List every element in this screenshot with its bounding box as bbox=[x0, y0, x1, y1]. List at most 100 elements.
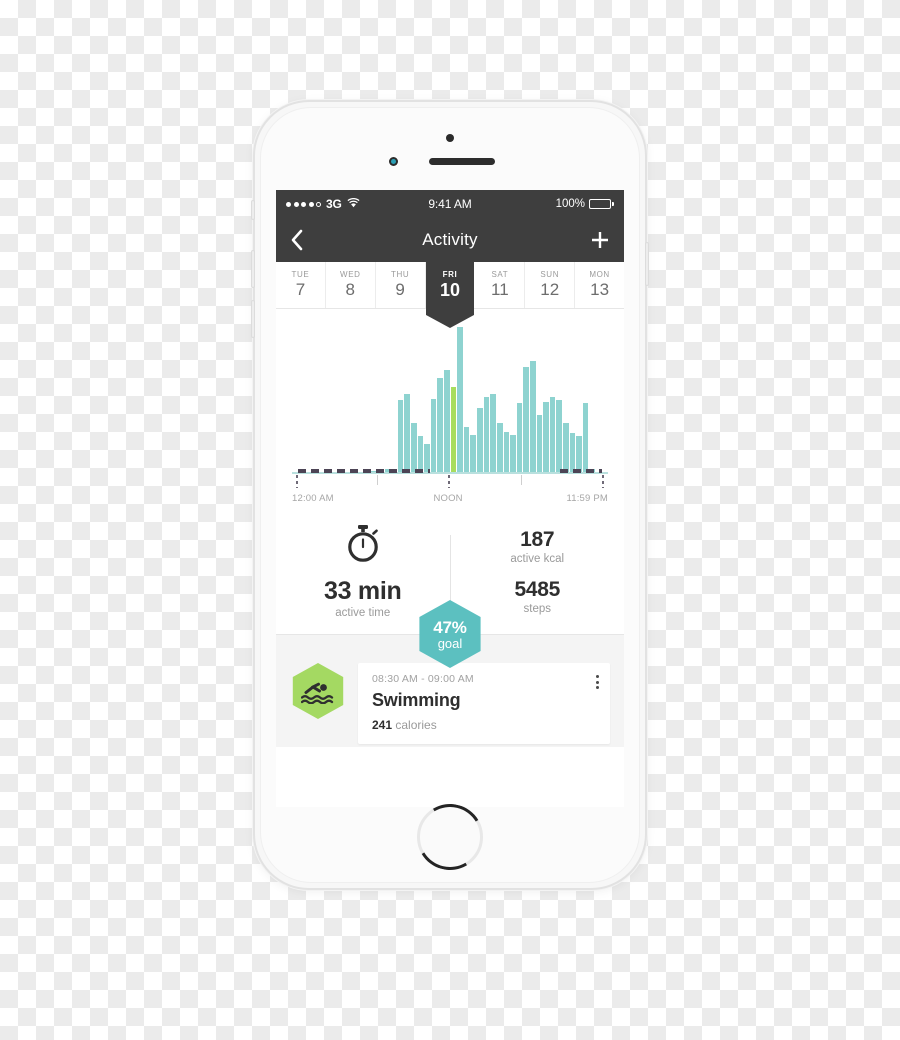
chart-bar bbox=[457, 327, 463, 472]
chart-bar bbox=[410, 422, 417, 472]
chart-bar bbox=[424, 443, 430, 472]
activity-chart: 12:00 AM NOON 11:59 PM bbox=[276, 309, 624, 514]
chart-bar bbox=[483, 397, 490, 472]
date-day-number: 8 bbox=[345, 280, 356, 299]
chart-bar bbox=[437, 377, 444, 472]
date-day-number: 12 bbox=[540, 280, 560, 299]
date-day-of-week: SUN bbox=[540, 270, 560, 279]
date-day-number: 11 bbox=[491, 280, 509, 299]
date-selector[interactable]: TUE 7 WED 8 THU 9 FRI 10 SAT 11 SUN 12 MON 13 bbox=[276, 262, 624, 328]
chart-bar bbox=[529, 361, 536, 472]
chart-bar bbox=[543, 401, 549, 472]
chart-bar bbox=[569, 433, 576, 472]
battery-icon bbox=[589, 199, 611, 209]
axis-tick-midnight-end bbox=[602, 475, 604, 488]
axis-label-end: 11:59 PM bbox=[566, 493, 608, 504]
inactive-period-dash-right bbox=[560, 469, 602, 473]
home-button[interactable] bbox=[409, 796, 491, 878]
status-bar: 3G 9:41 AM 100% bbox=[276, 190, 624, 218]
activity-time-range: 08:30 AM - 09:00 AM bbox=[372, 673, 474, 685]
date-cell-tue[interactable]: TUE 7 bbox=[276, 262, 326, 308]
chart-bar bbox=[536, 415, 543, 472]
power-button[interactable] bbox=[645, 242, 649, 286]
goal-section-divider: 47% goal bbox=[276, 600, 624, 668]
chart-bar bbox=[523, 367, 529, 472]
date-cell-sat[interactable]: SAT 11 bbox=[475, 262, 526, 308]
chart-bar bbox=[576, 436, 582, 472]
activity-calories: 241 calories bbox=[372, 718, 598, 732]
mute-switch[interactable] bbox=[251, 200, 255, 220]
phone-screen: 3G 9:41 AM 100% Activity TUE 7 WED 8 THU… bbox=[276, 190, 624, 807]
navigation-bar: Activity bbox=[276, 218, 624, 262]
chevron-left-icon[interactable] bbox=[290, 229, 303, 251]
date-day-of-week: SAT bbox=[491, 270, 509, 279]
axis-tick-noon bbox=[448, 475, 450, 488]
activity-title: Swimming bbox=[372, 690, 461, 710]
phone-device-frame: 3G 9:41 AM 100% Activity TUE 7 WED 8 THU… bbox=[251, 100, 649, 890]
page-title: Activity bbox=[422, 230, 478, 249]
goal-percent: 47% bbox=[433, 617, 467, 637]
date-day-of-week: THU bbox=[391, 270, 410, 279]
axis-tick-midnight bbox=[296, 475, 298, 488]
chart-bar bbox=[490, 394, 496, 472]
front-camera bbox=[446, 134, 454, 142]
plus-icon[interactable] bbox=[590, 230, 610, 250]
chart-bar bbox=[582, 403, 589, 472]
chart-bar bbox=[562, 422, 569, 472]
kcal-label: active kcal bbox=[510, 552, 565, 565]
volume-down-button[interactable] bbox=[251, 300, 255, 338]
kcal-stat: 187 active kcal bbox=[510, 528, 564, 565]
date-cell-sun[interactable]: SUN 12 bbox=[525, 262, 576, 308]
chart-bar bbox=[516, 403, 523, 472]
activity-card[interactable]: 08:30 AM - 09:00 AM Swimming 241 calorie… bbox=[358, 663, 610, 744]
stopwatch-icon bbox=[344, 524, 382, 569]
chart-bar bbox=[417, 436, 424, 472]
chart-bar bbox=[470, 434, 477, 472]
date-cell-wed[interactable]: WED 8 bbox=[326, 262, 376, 308]
date-day-of-week: WED bbox=[340, 270, 361, 279]
date-day-number: 13 bbox=[590, 280, 610, 299]
axis-label-start: 12:00 AM bbox=[292, 493, 334, 504]
date-cell-fri[interactable]: FRI 10 bbox=[425, 262, 476, 328]
chart-bar bbox=[463, 427, 470, 472]
kcal-value: 187 bbox=[520, 527, 555, 551]
chart-axis-labels: 12:00 AM NOON 11:59 PM bbox=[292, 493, 608, 504]
inactive-period-dash-left bbox=[298, 469, 430, 473]
proximity-sensor bbox=[389, 157, 398, 166]
battery-percent-label: 100% bbox=[555, 198, 585, 210]
steps-value: 5485 bbox=[514, 577, 561, 601]
steps-label: steps bbox=[523, 602, 552, 615]
chart-bar bbox=[549, 397, 556, 472]
chart-bars bbox=[292, 327, 608, 472]
activity-calories-label: calories bbox=[395, 718, 437, 732]
date-day-of-week: TUE bbox=[291, 270, 310, 279]
active-time-value: 33 min bbox=[324, 576, 402, 605]
chart-bar bbox=[477, 407, 483, 472]
date-day-number: 9 bbox=[395, 280, 405, 299]
chart-bar bbox=[503, 431, 510, 472]
goal-badge[interactable]: 47% goal bbox=[416, 600, 484, 668]
axis-tick-6am bbox=[377, 475, 378, 485]
chart-bar bbox=[404, 394, 410, 472]
swimmer-icon bbox=[292, 663, 344, 719]
kebab-menu-icon[interactable] bbox=[596, 675, 599, 689]
date-day-number: 10 bbox=[439, 279, 461, 300]
chart-bar bbox=[510, 434, 516, 472]
chart-bar bbox=[496, 422, 503, 472]
active-time-label: active time bbox=[335, 606, 391, 619]
chart-bar bbox=[450, 386, 457, 472]
chart-bar bbox=[397, 400, 404, 472]
battery-status: 100% bbox=[556, 198, 614, 210]
chart-bar bbox=[444, 370, 450, 472]
goal-label: goal bbox=[437, 635, 463, 651]
chart-bar bbox=[430, 398, 437, 472]
date-day-number: 7 bbox=[295, 280, 306, 299]
date-cell-mon[interactable]: MON 13 bbox=[575, 262, 624, 308]
date-cell-thu[interactable]: THU 9 bbox=[376, 262, 426, 308]
chart-bar bbox=[556, 400, 562, 472]
axis-tick-6pm bbox=[521, 475, 522, 485]
activity-calories-value: 241 bbox=[372, 718, 393, 732]
earpiece-speaker bbox=[429, 158, 495, 165]
date-day-of-week: MON bbox=[589, 270, 610, 279]
volume-up-button[interactable] bbox=[251, 250, 255, 288]
